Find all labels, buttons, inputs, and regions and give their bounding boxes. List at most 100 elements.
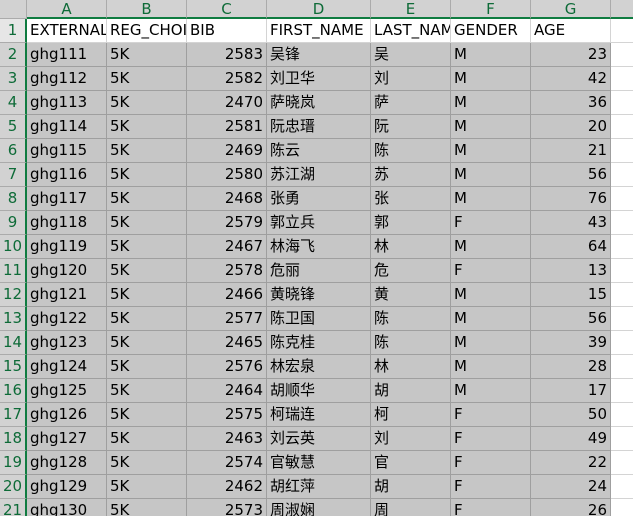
cell-d[interactable]: 张勇 [267,187,371,211]
cell-d[interactable]: 胡顺华 [267,379,371,403]
cell-c[interactable]: 2581 [187,115,267,139]
cell-f[interactable]: M [451,67,531,91]
cell-f[interactable]: F [451,211,531,235]
cell-a[interactable]: ghg119 [27,235,107,259]
column-header-h[interactable] [611,0,633,19]
cell-a[interactable]: ghg120 [27,259,107,283]
cell-h[interactable] [611,91,633,115]
cell-e[interactable]: 官 [371,451,451,475]
cell-h[interactable] [611,499,633,516]
column-title-cell[interactable]: AGE [531,19,611,43]
spreadsheet-grid[interactable]: ABCDEFG1EXTERNAL_IDREG_CHOICEBIBFIRST_NA… [0,0,633,516]
column-header-c[interactable]: C [187,0,267,19]
cell-h[interactable] [611,307,633,331]
cell-g[interactable]: 36 [531,91,611,115]
cell-d[interactable]: 陈云 [267,139,371,163]
cell-a[interactable]: ghg113 [27,91,107,115]
cell-d[interactable]: 危丽 [267,259,371,283]
cell-d[interactable]: 阮忠瑨 [267,115,371,139]
column-header-d[interactable]: D [267,0,371,19]
column-header-f[interactable]: F [451,0,531,19]
cell-h[interactable] [611,259,633,283]
cell-c[interactable]: 2464 [187,379,267,403]
cell-d[interactable]: 郭立兵 [267,211,371,235]
cell-c[interactable]: 2580 [187,163,267,187]
column-title-cell[interactable]: GENDER [451,19,531,43]
cell-e[interactable]: 刘 [371,67,451,91]
cell-f[interactable]: M [451,163,531,187]
cell-g[interactable]: 56 [531,163,611,187]
cell-g[interactable]: 64 [531,235,611,259]
cell-e[interactable]: 陈 [371,139,451,163]
cell-g[interactable]: 56 [531,307,611,331]
cell-b[interactable]: 5K [107,355,187,379]
cell-a[interactable]: ghg126 [27,403,107,427]
cell-g[interactable]: 22 [531,451,611,475]
cell-f[interactable]: M [451,115,531,139]
cell-d[interactable]: 林宏泉 [267,355,371,379]
cell-e[interactable]: 阮 [371,115,451,139]
cell-f[interactable]: M [451,43,531,67]
cell-f[interactable]: M [451,139,531,163]
cell-b[interactable]: 5K [107,67,187,91]
cell-b[interactable]: 5K [107,403,187,427]
cell-d[interactable]: 柯瑞连 [267,403,371,427]
cell-a[interactable]: ghg117 [27,187,107,211]
cell-f[interactable]: M [451,283,531,307]
cell-f[interactable]: M [451,355,531,379]
cell-g[interactable]: 13 [531,259,611,283]
cell-e[interactable]: 萨 [371,91,451,115]
cell-h[interactable] [611,211,633,235]
cell-e[interactable]: 柯 [371,403,451,427]
cell-e[interactable]: 林 [371,235,451,259]
cell-b[interactable]: 5K [107,187,187,211]
cell-e[interactable]: 陈 [371,331,451,355]
cell-f[interactable]: F [451,259,531,283]
cell-c[interactable]: 2582 [187,67,267,91]
cell-e[interactable]: 吴 [371,43,451,67]
cell-a[interactable]: ghg129 [27,475,107,499]
cell-c[interactable]: 2463 [187,427,267,451]
cell-f[interactable]: M [451,307,531,331]
cell-h[interactable] [611,379,633,403]
cell-c[interactable]: 2462 [187,475,267,499]
column-title-cell[interactable]: LAST_NAME [371,19,451,43]
cell-g[interactable]: 43 [531,211,611,235]
cell-d[interactable]: 刘卫华 [267,67,371,91]
cell-g[interactable]: 39 [531,331,611,355]
cell-b[interactable]: 5K [107,139,187,163]
cell-d[interactable]: 黄晓锋 [267,283,371,307]
column-title-cell[interactable]: FIRST_NAME [267,19,371,43]
cell-c[interactable]: 2575 [187,403,267,427]
cell-h[interactable] [611,451,633,475]
cell-h[interactable] [611,43,633,67]
cell-d[interactable]: 刘云英 [267,427,371,451]
cell-g[interactable]: 42 [531,67,611,91]
cell-a[interactable]: ghg112 [27,67,107,91]
cell-b[interactable]: 5K [107,91,187,115]
cell-a[interactable]: ghg128 [27,451,107,475]
cell-h[interactable] [611,19,633,43]
cell-g[interactable]: 26 [531,499,611,516]
cell-a[interactable]: ghg122 [27,307,107,331]
cell-h[interactable] [611,67,633,91]
cell-h[interactable] [611,235,633,259]
cell-b[interactable]: 5K [107,163,187,187]
cell-c[interactable]: 2576 [187,355,267,379]
cell-e[interactable]: 胡 [371,379,451,403]
cell-c[interactable]: 2468 [187,187,267,211]
cell-g[interactable]: 23 [531,43,611,67]
select-all-corner[interactable] [0,0,27,19]
cell-h[interactable] [611,187,633,211]
column-header-g[interactable]: G [531,0,611,19]
cell-b[interactable]: 5K [107,451,187,475]
cell-d[interactable]: 陈克桂 [267,331,371,355]
cell-f[interactable]: F [451,451,531,475]
cell-e[interactable]: 林 [371,355,451,379]
cell-b[interactable]: 5K [107,307,187,331]
cell-e[interactable]: 陈 [371,307,451,331]
cell-a[interactable]: ghg124 [27,355,107,379]
cell-h[interactable] [611,403,633,427]
cell-c[interactable]: 2467 [187,235,267,259]
cell-h[interactable] [611,139,633,163]
